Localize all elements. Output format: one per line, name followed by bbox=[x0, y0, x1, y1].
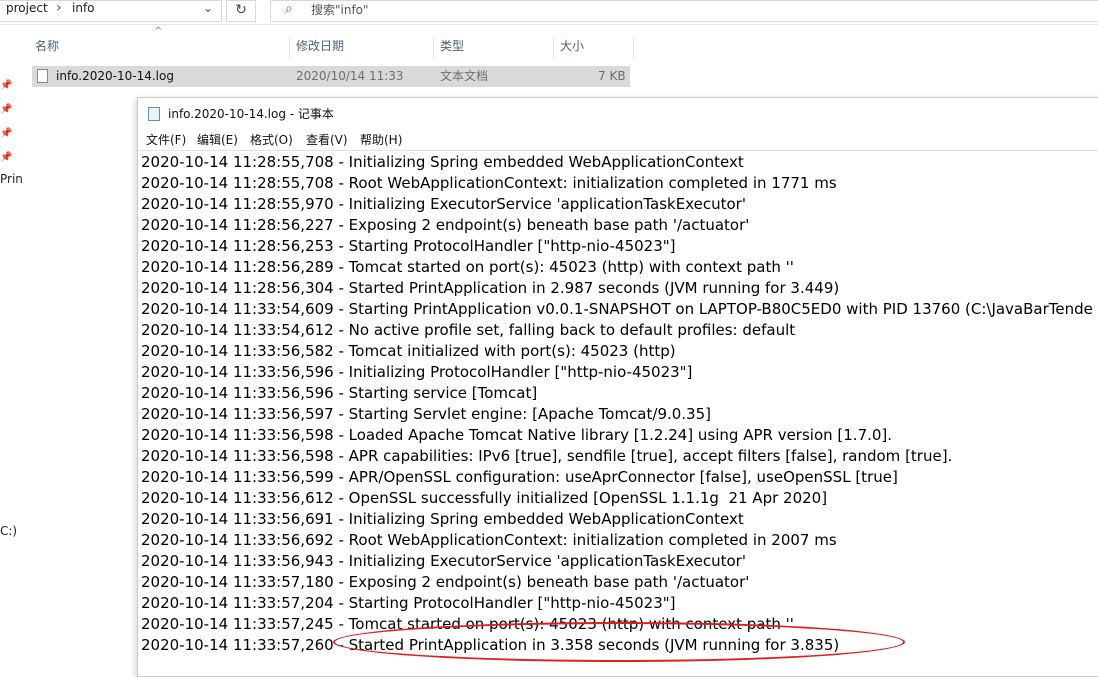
notepad-icon bbox=[148, 107, 160, 121]
log-line: 2020-10-14 11:28:55,970 - Initializing E… bbox=[141, 195, 746, 213]
nav-item-fragment[interactable]: Prin bbox=[0, 172, 23, 186]
file-modified: 2020/10/14 11:33 bbox=[296, 69, 404, 83]
log-line: 2020-10-14 11:28:56,253 - Starting Proto… bbox=[141, 237, 676, 255]
file-size: 7 KB bbox=[598, 69, 626, 83]
explorer-address-bar: project › info ⌄ ↻ ⌕ 搜索"info" bbox=[0, 0, 1098, 25]
text-editor-area[interactable]: 2020-10-14 11:28:55,708 - Initializing S… bbox=[138, 150, 1098, 677]
log-line: 2020-10-14 11:28:56,227 - Exposing 2 end… bbox=[141, 216, 750, 234]
pin-icon[interactable]: 📌 bbox=[0, 128, 12, 139]
menu-help[interactable]: 帮助(H) bbox=[360, 131, 402, 148]
log-line: 2020-10-14 11:33:54,609 - Starting Print… bbox=[141, 300, 1093, 318]
menu-format[interactable]: 格式(O) bbox=[250, 131, 293, 148]
log-line: 2020-10-14 11:28:55,708 - Initializing S… bbox=[141, 153, 744, 171]
chevron-down-icon[interactable]: ⌄ bbox=[203, 1, 213, 15]
notepad-titlebar[interactable]: info.2020-10-14.log - 记事本 bbox=[138, 98, 1098, 128]
log-line: 2020-10-14 11:33:57,204 - Starting Proto… bbox=[141, 594, 676, 612]
menu-edit[interactable]: 编辑(E) bbox=[197, 131, 238, 148]
pin-icon[interactable]: 📌 bbox=[0, 152, 12, 163]
breadcrumb-separator-icon: › bbox=[56, 0, 62, 16]
column-divider[interactable] bbox=[553, 36, 554, 60]
log-line: 2020-10-14 11:33:56,692 - Root WebApplic… bbox=[141, 531, 837, 549]
column-header-size[interactable]: 大小 bbox=[560, 36, 584, 60]
log-line: 2020-10-14 11:33:56,582 - Tomcat initial… bbox=[141, 342, 676, 360]
log-line: 2020-10-14 11:28:56,289 - Tomcat started… bbox=[141, 258, 794, 276]
column-divider[interactable] bbox=[289, 36, 290, 60]
breadcrumb-project[interactable]: project bbox=[6, 1, 48, 15]
log-line: 2020-10-14 11:33:56,691 - Initializing S… bbox=[141, 510, 744, 528]
log-line: 2020-10-14 11:33:56,596 - Initializing P… bbox=[141, 363, 693, 381]
refresh-icon: ↻ bbox=[235, 2, 247, 18]
log-line: 2020-10-14 11:33:57,180 - Exposing 2 end… bbox=[141, 573, 750, 591]
pin-icon[interactable]: 📌 bbox=[0, 104, 12, 115]
log-line: 2020-10-14 11:33:56,598 - Loaded Apache … bbox=[141, 426, 893, 444]
log-line: 2020-10-14 11:33:56,596 - Starting servi… bbox=[141, 384, 538, 402]
column-header-name[interactable]: 名称 bbox=[35, 36, 59, 60]
file-name: info.2020-10-14.log bbox=[56, 69, 174, 83]
log-line: 2020-10-14 11:33:56,598 - APR capabiliti… bbox=[141, 447, 953, 465]
search-icon: ⌕ bbox=[285, 1, 293, 17]
column-divider[interactable] bbox=[433, 36, 434, 60]
log-content: 2020-10-14 11:28:55,708 - Initializing S… bbox=[141, 152, 1093, 656]
file-row[interactable]: info.2020-10-14.log 2020/10/14 11:33 文本文… bbox=[32, 66, 630, 87]
log-line: 2020-10-14 11:33:56,612 - OpenSSL succes… bbox=[141, 489, 828, 507]
log-line: 2020-10-14 11:33:57,260 - Started PrintA… bbox=[141, 636, 840, 654]
search-input[interactable]: 搜索"info" bbox=[311, 1, 369, 18]
nav-item-fragment[interactable]: C:) bbox=[0, 524, 17, 538]
log-line: 2020-10-14 11:33:56,943 - Initializing E… bbox=[141, 552, 746, 570]
log-line: 2020-10-14 11:33:56,599 - APR/OpenSSL co… bbox=[141, 468, 898, 486]
log-line: 2020-10-14 11:33:56,597 - Starting Servl… bbox=[141, 405, 711, 423]
breadcrumb-info[interactable]: info bbox=[72, 1, 95, 15]
column-header-modified[interactable]: 修改日期 bbox=[296, 36, 344, 60]
search-box[interactable]: ⌕ 搜索"info" bbox=[270, 0, 1098, 22]
refresh-button[interactable]: ↻ bbox=[226, 0, 256, 22]
window-title: info.2020-10-14.log - 记事本 bbox=[168, 107, 334, 121]
address-field[interactable]: project › info ⌄ bbox=[0, 0, 222, 22]
log-line: 2020-10-14 11:28:56,304 - Started PrintA… bbox=[141, 279, 840, 297]
file-type: 文本文档 bbox=[440, 69, 489, 83]
pin-icon[interactable]: 📌 bbox=[0, 80, 12, 91]
log-line: 2020-10-14 11:33:57,245 - Tomcat started… bbox=[141, 615, 794, 633]
column-header-type[interactable]: 类型 bbox=[440, 36, 464, 60]
notepad-window: info.2020-10-14.log - 记事本 文件(F) 编辑(E) 格式… bbox=[137, 97, 1098, 677]
sort-ascending-icon: ^ bbox=[154, 26, 163, 37]
menu-file[interactable]: 文件(F) bbox=[146, 131, 186, 148]
log-line: 2020-10-14 11:28:55,708 - Root WebApplic… bbox=[141, 174, 837, 192]
log-line: 2020-10-14 11:33:54,612 - No active prof… bbox=[141, 321, 796, 339]
menu-view[interactable]: 查看(V) bbox=[306, 131, 348, 148]
text-file-icon bbox=[37, 69, 48, 83]
column-divider[interactable] bbox=[633, 36, 634, 60]
menu-bar: 文件(F) 编辑(E) 格式(O) 查看(V) 帮助(H) bbox=[138, 128, 1098, 150]
